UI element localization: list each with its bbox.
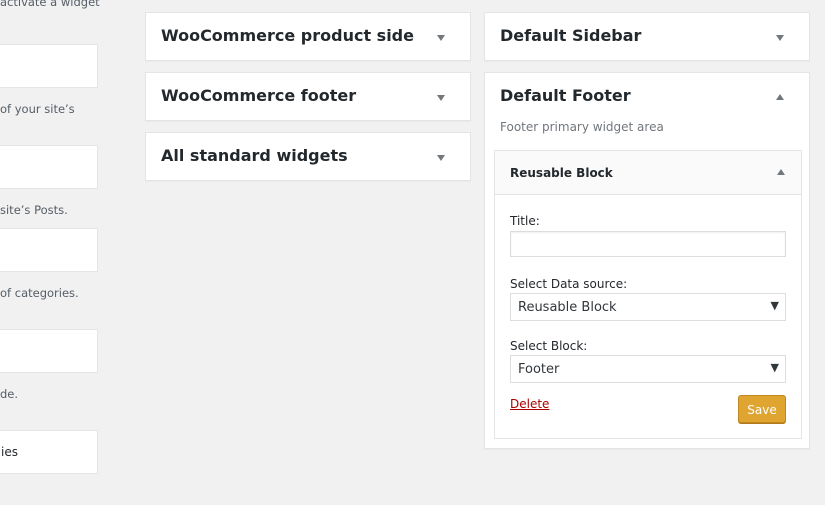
widget-description: of your site’s — [0, 102, 75, 116]
title-input[interactable] — [510, 231, 786, 257]
available-widget-item[interactable]: ies — [0, 430, 98, 474]
widget-reusable-block: Reusable Block Title: Select Data source… — [494, 150, 802, 439]
sidebar-title: WooCommerce footer — [161, 86, 357, 105]
available-widget-item[interactable] — [0, 228, 98, 272]
triangle-down-icon[interactable] — [437, 155, 445, 161]
widget-description: of categories. — [0, 286, 79, 300]
triangle-up-icon[interactable] — [777, 169, 785, 175]
sidebar-title: WooCommerce product side — [161, 26, 414, 45]
block-label: Select Block: — [510, 339, 588, 353]
block-select[interactable]: Footer ▼ — [510, 355, 786, 383]
sidebar-title: Default Sidebar — [500, 26, 642, 45]
sidebar-default-footer: Default Footer Footer primary widget are… — [484, 72, 810, 449]
sidebar-title[interactable]: Default Footer — [500, 86, 631, 105]
sidebar-all-standard-widgets[interactable]: All standard widgets — [145, 132, 471, 181]
save-button[interactable]: Save — [738, 395, 786, 423]
widget-header[interactable]: Reusable Block — [495, 151, 801, 195]
available-widget-item[interactable] — [0, 329, 98, 373]
chevron-down-icon: ▼ — [770, 299, 779, 312]
title-label: Title: — [510, 214, 540, 228]
widget-title: Reusable Block — [510, 166, 613, 180]
sidebar-woocommerce-footer[interactable]: WooCommerce footer — [145, 72, 471, 121]
triangle-up-icon[interactable] — [776, 94, 784, 100]
triangle-down-icon[interactable] — [437, 35, 445, 41]
available-widget-item[interactable] — [0, 44, 98, 88]
data-source-select[interactable]: Reusable Block ▼ — [510, 293, 786, 321]
select-value: Reusable Block — [518, 300, 617, 315]
widget-label: ies — [1, 445, 18, 459]
widget-description: site’s Posts. — [0, 203, 68, 217]
available-widget-item[interactable] — [0, 145, 98, 189]
triangle-down-icon[interactable] — [437, 95, 445, 101]
sidebar-default-sidebar[interactable]: Default Sidebar — [484, 12, 810, 61]
sidebar-description: Footer primary widget area — [500, 120, 664, 134]
triangle-down-icon[interactable] — [776, 35, 784, 41]
widget-description: activate a widget — [0, 0, 100, 9]
chevron-down-icon: ▼ — [770, 361, 779, 374]
sidebar-title: All standard widgets — [161, 146, 348, 165]
delete-link[interactable]: Delete — [510, 397, 549, 411]
select-value: Footer — [518, 362, 560, 377]
data-source-label: Select Data source: — [510, 277, 628, 291]
sidebar-woocommerce-product-side[interactable]: WooCommerce product side — [145, 12, 471, 61]
widget-description: de. — [0, 387, 19, 401]
